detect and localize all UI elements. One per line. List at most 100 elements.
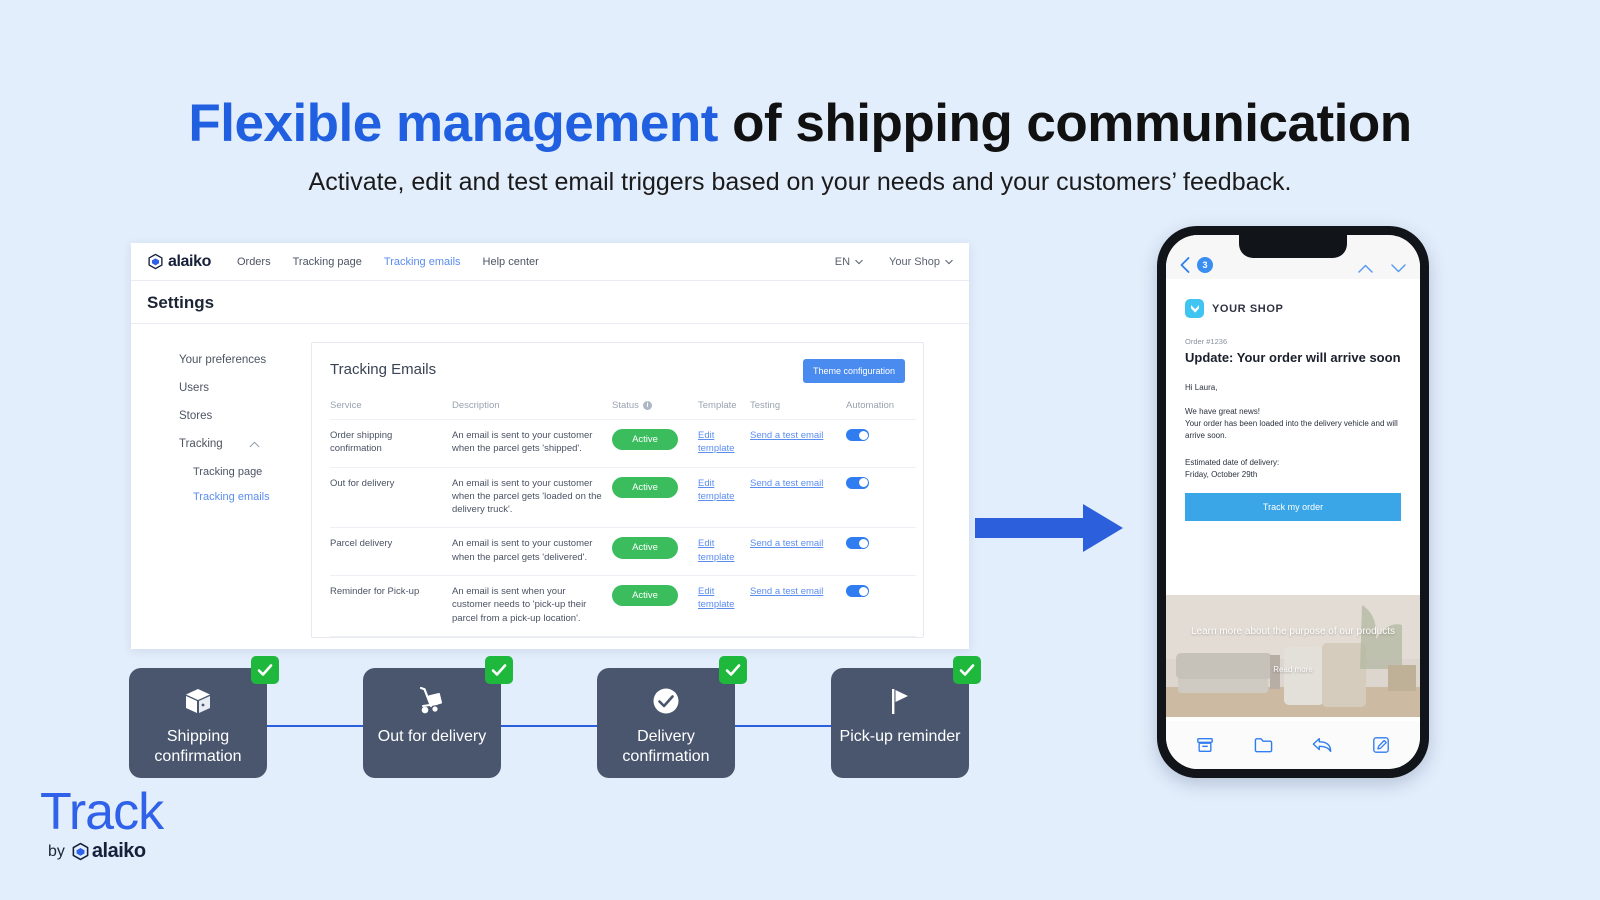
step-check-badge: [953, 656, 981, 684]
automation-toggle[interactable]: [846, 476, 869, 489]
send-test-email-link[interactable]: Send a test email: [750, 585, 823, 598]
cell-template: Edit template: [698, 527, 750, 577]
table-row: Reminder for Pick-up An email is sent wh…: [330, 575, 916, 637]
chevron-up-icon[interactable]: [249, 441, 260, 448]
automation-toggle[interactable]: [846, 537, 869, 550]
promo-read-more-link[interactable]: Read more: [1166, 665, 1420, 674]
check-circle-icon: [653, 688, 679, 714]
reply-icon[interactable]: [1312, 736, 1332, 754]
unread-count-badge: 3: [1197, 257, 1213, 273]
step-connector: [501, 725, 597, 727]
sidebar-item-your-preferences[interactable]: Your preferences: [179, 354, 311, 366]
back-chevron-icon[interactable]: [1180, 257, 1190, 273]
cell-description: An email is sent to your customer when t…: [452, 467, 612, 529]
cell-description: An email is sent to your customer when t…: [452, 527, 612, 577]
phone-mockup: 3 YOUR SHOP Order #1236 Update: Your ord…: [1157, 226, 1429, 778]
sidebar-item-tracking-page[interactable]: Tracking page: [179, 466, 311, 478]
chevron-up-icon[interactable]: [1358, 264, 1373, 273]
brand-name: alaiko: [168, 252, 211, 270]
mail-nav-group: [1358, 264, 1406, 273]
settings-sidebar: Your preferences Users Stores Tracking T…: [131, 342, 311, 654]
shop-selector[interactable]: Your Shop: [889, 256, 953, 268]
shop-mark-icon: [1190, 304, 1199, 313]
mail-back-group[interactable]: 3: [1180, 257, 1213, 273]
alaiko-mark-icon: [148, 253, 163, 270]
cell-automation: [846, 467, 916, 529]
cell-template: Edit template: [698, 419, 750, 468]
settings-heading: Settings: [131, 281, 969, 324]
edit-template-link[interactable]: Edit template: [698, 585, 744, 612]
sidebar-item-tracking[interactable]: Tracking: [179, 438, 311, 450]
app-navbar: alaiko Orders Tracking page Tracking ema…: [131, 243, 969, 281]
edit-template-link[interactable]: Edit template: [698, 537, 744, 564]
step-card-out-for-delivery[interactable]: Out for delivery: [363, 656, 513, 778]
language-selector[interactable]: EN: [835, 256, 863, 268]
order-number: Order #1236: [1185, 337, 1228, 346]
col-testing: Testing: [750, 400, 846, 420]
cell-service: Order shipping confirmation: [330, 419, 452, 468]
navbar-links: Orders Tracking page Tracking emails Hel…: [237, 256, 539, 268]
cell-testing: Send a test email: [750, 527, 846, 577]
step-card-delivery-confirmation[interactable]: Delivery confirmation: [597, 656, 747, 778]
phone-screen: 3 YOUR SHOP Order #1236 Update: Your ord…: [1166, 235, 1420, 769]
theme-configuration-button[interactable]: Theme configuration: [802, 359, 905, 383]
col-automation: Automation: [846, 400, 916, 420]
alaiko-mark-icon: [72, 842, 89, 861]
archive-icon[interactable]: [1196, 736, 1214, 754]
compose-icon[interactable]: [1372, 736, 1390, 754]
poster-canvas: Flexible management of shipping communic…: [0, 0, 1600, 900]
nav-item-orders[interactable]: Orders: [237, 256, 271, 268]
nav-item-help-center[interactable]: Help center: [483, 256, 539, 268]
promo-caption: Learn more about the purpose of our prod…: [1190, 626, 1396, 637]
phone-notch: [1239, 235, 1347, 258]
headline-rest: of shipping communication: [717, 94, 1412, 153]
shop-name: YOUR SHOP: [1212, 302, 1284, 315]
sidebar-label: Stores: [179, 410, 213, 422]
table-head: Service Description Status i Template Te…: [330, 400, 916, 420]
cell-description: An email is sent to your customer when t…: [452, 419, 612, 468]
cell-template: Edit template: [698, 467, 750, 529]
send-test-email-link[interactable]: Send a test email: [750, 477, 823, 490]
step-card-pickup-reminder[interactable]: Pick-up reminder: [831, 656, 981, 778]
alaiko-wordmark: alaiko: [91, 840, 146, 862]
cell-status: Active: [612, 467, 698, 529]
step-check-badge: [719, 656, 747, 684]
track-my-order-button[interactable]: Track my order: [1185, 492, 1401, 521]
automation-toggle[interactable]: [846, 585, 869, 598]
promo-banner[interactable]: Learn more about the purpose of our prod…: [1166, 595, 1420, 717]
col-template: Template: [698, 400, 750, 420]
sidebar-item-tracking-emails[interactable]: Tracking emails: [179, 491, 311, 503]
step-card-shipping-confirmation[interactable]: Shipping confirmation: [129, 656, 279, 778]
info-icon[interactable]: i: [642, 401, 652, 410]
tracking-emails-panel: Tracking Emails Theme configuration Serv…: [311, 342, 924, 638]
table-header-row: Service Description Status i Template Te…: [330, 400, 916, 420]
sidebar-item-users[interactable]: Users: [179, 382, 311, 394]
edit-template-link[interactable]: Edit template: [698, 477, 744, 504]
send-test-email-link[interactable]: Send a test email: [750, 429, 823, 442]
step-check-badge: [251, 656, 279, 684]
step-check-badge: [485, 656, 513, 684]
status-badge: Active: [612, 476, 678, 498]
sidebar-label: Tracking page: [193, 466, 263, 478]
step-label: Out for delivery: [377, 728, 487, 745]
edit-template-link[interactable]: Edit template: [698, 429, 744, 456]
dashboard-body: Your preferences Users Stores Tracking T…: [131, 324, 969, 654]
email-eta: Estimated date of delivery: Friday, Octo…: [1185, 457, 1280, 480]
checkmark-icon: [491, 664, 507, 676]
cell-automation: [846, 527, 916, 577]
cell-status: Active: [612, 527, 698, 577]
nav-item-tracking-emails[interactable]: Tracking emails: [384, 256, 461, 268]
chevron-down-icon[interactable]: [1391, 264, 1406, 273]
sidebar-label: Your preferences: [179, 354, 267, 366]
send-test-email-link[interactable]: Send a test email: [750, 537, 823, 550]
folder-icon[interactable]: [1254, 736, 1273, 754]
nav-item-tracking-page[interactable]: Tracking page: [293, 256, 362, 268]
journey-steps: Shipping confirmation Out for delivery D…: [129, 656, 981, 783]
table-body: Order shipping confirmation An email is …: [330, 419, 916, 637]
cell-testing: Send a test email: [750, 467, 846, 529]
byline-text: by: [48, 842, 65, 860]
status-badge: Active: [612, 585, 678, 607]
table-row: Out for delivery An email is sent to you…: [330, 467, 916, 529]
automation-toggle[interactable]: [846, 429, 869, 441]
sidebar-item-stores[interactable]: Stores: [179, 410, 311, 422]
